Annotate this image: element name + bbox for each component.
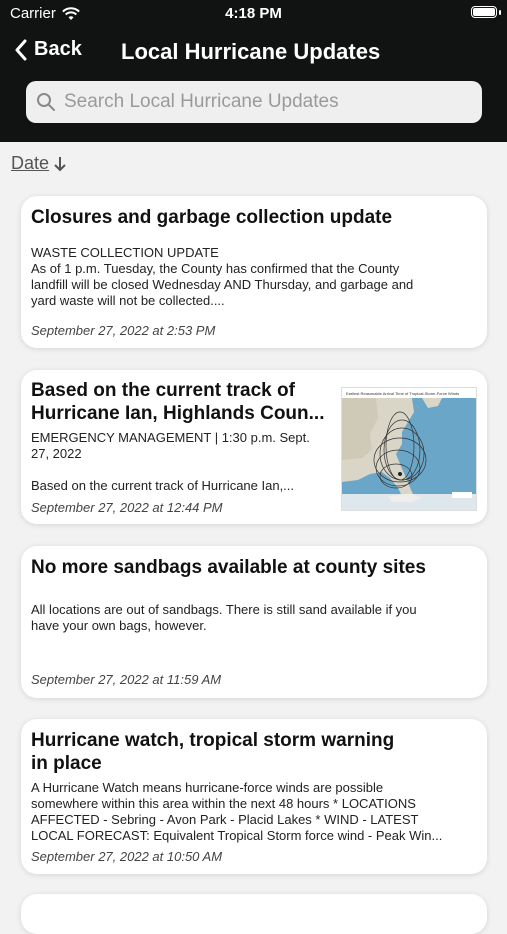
search-icon [37,93,55,111]
snippet-line: LOCAL FORECAST: Equivalent Tropical Stor… [31,828,443,843]
snippet-line: A Hurricane Watch means hurricane-force … [31,780,384,795]
search-input[interactable] [62,86,466,118]
chevron-left-icon [15,39,27,60]
article-snippet: EMERGENCY MANAGEMENT | 1:30 p.m. Sept. 2… [31,430,310,494]
snippet-line: yard waste will not be collected.... [31,293,225,308]
snippet-line: landfill will be closed Wednesday AND Th… [31,277,414,292]
article-snippet: A Hurricane Watch means hurricane-force … [31,780,442,844]
page-title: Local Hurricane Updates [121,39,381,64]
top-bar: Carrier 4:18 PM Back Local Hurricane Upd… [0,0,507,142]
snippet-line: WASTE COLLECTION UPDATE [31,245,219,260]
clock: 4:18 PM [225,5,282,22]
snippet-line: 27, 2022 [31,446,82,461]
snippet-line: Based on the current track of Hurricane … [31,478,295,493]
article-date: September 27, 2022 at 2:53 PM [31,323,216,338]
title-line: Hurricane watch, tropical storm warning [31,730,395,751]
article-card[interactable]: No more sandbags available at county sit… [21,546,487,698]
hurricane-map-image: Earliest Reasonable Arrival Time of Trop… [342,388,476,510]
snippet-line: somewhere within this area within the ne… [31,796,416,811]
status-bar: Carrier 4:18 PM [0,0,507,28]
snippet-line: All locations are out of sandbags. There… [31,602,417,617]
article-date: September 27, 2022 at 10:50 AM [31,849,223,864]
arrow-down-icon [54,156,66,171]
battery-tip [499,10,501,15]
article-card[interactable]: Closures and garbage collection update W… [21,196,487,348]
sort-date-button[interactable]: Date [11,153,67,174]
article-date: September 27, 2022 at 12:44 PM [31,500,223,515]
snippet-line: AFFECTED - Sebring - Avon Park - Placid … [31,812,419,827]
article-card[interactable]: Hurricane watch, tropical storm warning … [21,719,487,874]
back-label: Back [34,38,82,60]
snippet-line: have your own bags, however. [31,618,207,633]
article-date: September 27, 2022 at 11:59 AM [31,672,222,687]
title-line: Based on the current track of [31,380,295,401]
navigation-bar: Back Local Hurricane Updates [0,32,507,72]
title-line: in place [31,753,102,774]
snippet-spacer [31,462,310,478]
back-button[interactable]: Back [14,38,82,61]
article-title: No more sandbags available at county sit… [31,557,426,578]
snippet-line: EMERGENCY MANAGEMENT | 1:30 p.m. Sept. [31,430,310,445]
search-bar[interactable] [26,81,482,123]
article-snippet: All locations are out of sandbags. There… [31,602,417,634]
article-title: Based on the current track of Hurricane … [31,379,324,425]
article-thumbnail: Earliest Reasonable Arrival Time of Trop… [341,387,477,511]
thumbnail-caption: Earliest Reasonable Arrival Time of Trop… [346,391,459,396]
article-card[interactable]: Based on the current track of Hurricane … [21,370,487,524]
article-card-partial[interactable] [21,894,487,934]
article-title: Closures and garbage collection update [31,207,393,228]
snippet-line: As of 1 p.m. Tuesday, the County has con… [31,261,400,276]
article-snippet: WASTE COLLECTION UPDATE As of 1 p.m. Tue… [31,245,413,309]
title-line: Hurricane Ian, Highlands Coun... [31,403,325,424]
sort-label: Date [11,153,50,173]
battery-icon [471,6,497,18]
article-title: Hurricane watch, tropical storm warning … [31,729,394,775]
